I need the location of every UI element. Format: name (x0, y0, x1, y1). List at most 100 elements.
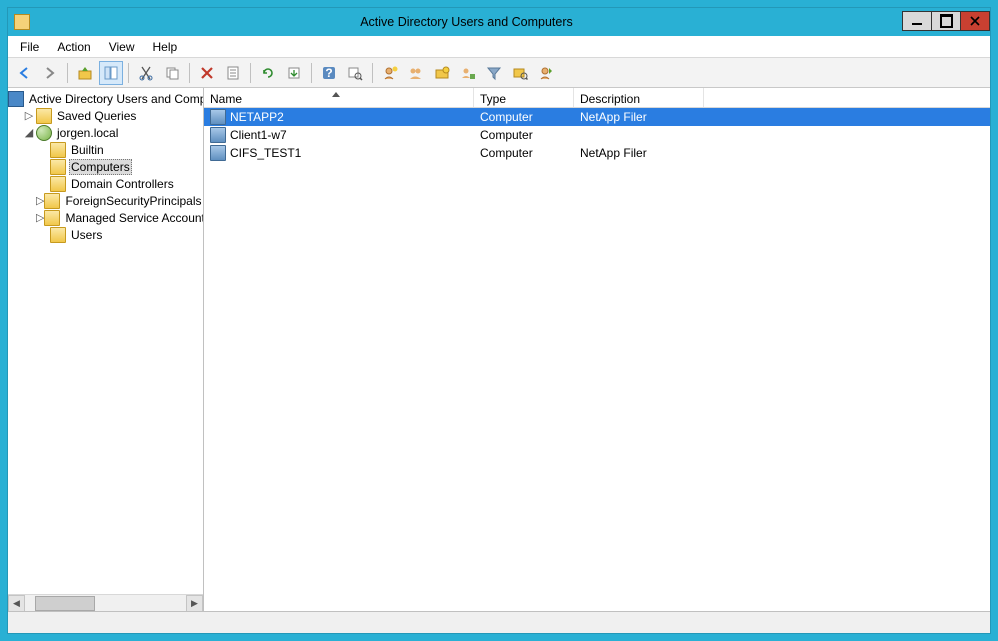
list-body[interactable]: NETAPP2ComputerNetApp FilerClient1-w7Com… (204, 108, 990, 611)
column-name[interactable]: Name (204, 88, 474, 107)
computer-icon (210, 127, 226, 143)
scroll-thumb[interactable] (35, 596, 95, 611)
tree-label: ForeignSecurityPrincipals (63, 194, 203, 208)
cell-type: Computer (474, 146, 574, 160)
scroll-left-button[interactable]: ◀ (8, 595, 25, 612)
folder-icon (44, 210, 60, 226)
maximize-button[interactable] (931, 11, 961, 31)
tree-domain[interactable]: ◢ jorgen.local (8, 124, 203, 141)
toolbar-separator (67, 63, 68, 83)
find-button[interactable] (343, 61, 367, 85)
tree-label: Computers (69, 159, 132, 175)
menu-help[interactable]: Help (145, 38, 186, 56)
tree-builtin[interactable]: Builtin (8, 141, 203, 158)
menu-file[interactable]: File (12, 38, 47, 56)
tree-users[interactable]: Users (8, 226, 203, 243)
column-label: Type (480, 92, 506, 106)
console-icon (8, 91, 24, 107)
cell-description: NetApp Filer (574, 146, 704, 160)
close-button[interactable] (960, 11, 990, 31)
minimize-button[interactable] (902, 11, 932, 31)
tree-body[interactable]: Active Directory Users and Computers ▷ S… (8, 88, 203, 594)
menu-bar: File Action View Help (8, 36, 990, 58)
computer-icon (210, 109, 226, 125)
sort-indicator-icon (332, 92, 340, 97)
tree-saved-queries[interactable]: ▷ Saved Queries (8, 107, 203, 124)
export-button[interactable] (282, 61, 306, 85)
properties-button[interactable] (221, 61, 245, 85)
tree-root[interactable]: Active Directory Users and Computers (8, 90, 203, 107)
folder-icon (50, 142, 66, 158)
delete-button[interactable] (195, 61, 219, 85)
list-row[interactable]: NETAPP2ComputerNetApp Filer (204, 108, 990, 126)
tree-fsp[interactable]: ▷ ForeignSecurityPrincipals (8, 192, 203, 209)
cell-type: Computer (474, 110, 574, 124)
tree-msa[interactable]: ▷ Managed Service Accounts (8, 209, 203, 226)
tree-label: Active Directory Users and Computers (27, 92, 203, 106)
tree-label: jorgen.local (55, 126, 120, 140)
menu-view[interactable]: View (101, 38, 143, 56)
aduc-window: Active Directory Users and Computers Fil… (7, 7, 991, 634)
cell-text: Client1-w7 (230, 128, 287, 142)
column-label: Name (210, 92, 242, 106)
toolbar-separator (372, 63, 373, 83)
computer-icon (210, 145, 226, 161)
cut-button[interactable] (134, 61, 158, 85)
expander-icon[interactable]: ▷ (36, 211, 44, 224)
add-to-group-button[interactable] (456, 61, 480, 85)
nav-back-button[interactable] (12, 61, 36, 85)
menu-action[interactable]: Action (49, 38, 98, 56)
svg-text:?: ? (325, 66, 332, 80)
tree-domain-controllers[interactable]: Domain Controllers (8, 175, 203, 192)
list-row[interactable]: Client1-w7 Computer (204, 126, 990, 144)
show-hide-tree-button[interactable] (99, 61, 123, 85)
copy-button[interactable] (160, 61, 184, 85)
list-row[interactable]: CIFS_TEST1 ComputerNetApp Filer (204, 144, 990, 162)
status-bar (8, 611, 990, 633)
toolbar: ? (8, 58, 990, 88)
expander-icon[interactable]: ◢ (22, 126, 36, 139)
cell-text: CIFS_TEST1 (230, 146, 301, 160)
cell-description: NetApp Filer (574, 110, 704, 124)
find-objects-button[interactable] (508, 61, 532, 85)
tree-computers[interactable]: Computers (8, 158, 203, 175)
folder-icon (44, 193, 60, 209)
titlebar[interactable]: Active Directory Users and Computers (8, 8, 990, 36)
window-title: Active Directory Users and Computers (30, 15, 903, 29)
folder-icon (50, 159, 66, 175)
toolbar-separator (311, 63, 312, 83)
toolbar-separator (250, 63, 251, 83)
list-header: Name Type Description (204, 88, 990, 108)
nav-forward-button[interactable] (38, 61, 62, 85)
column-type[interactable]: Type (474, 88, 574, 107)
tree-pane: Active Directory Users and Computers ▷ S… (8, 88, 204, 611)
expander-icon[interactable]: ▷ (36, 194, 44, 207)
column-label: Description (580, 92, 640, 106)
folder-icon (36, 108, 52, 124)
content-area: Active Directory Users and Computers ▷ S… (8, 88, 990, 611)
cell-type: Computer (474, 128, 574, 142)
tree-h-scrollbar[interactable]: ◀ ▶ (8, 594, 203, 611)
column-description[interactable]: Description (574, 88, 704, 107)
folder-icon (50, 227, 66, 243)
new-ou-button[interactable] (430, 61, 454, 85)
window-controls (903, 11, 990, 33)
new-user-button[interactable] (378, 61, 402, 85)
refresh-button[interactable] (256, 61, 280, 85)
app-icon (14, 14, 30, 30)
scroll-right-button[interactable]: ▶ (186, 595, 203, 612)
toolbar-separator (189, 63, 190, 83)
tree-label: Users (69, 228, 104, 242)
tree-label: Saved Queries (55, 109, 138, 123)
list-pane: Name Type Description NETAPP2ComputerNet… (204, 88, 990, 611)
filter-button[interactable] (482, 61, 506, 85)
cell-name: CIFS_TEST1 (204, 145, 474, 161)
cell-name: NETAPP2 (204, 109, 474, 125)
toolbar-separator (128, 63, 129, 83)
up-button[interactable] (73, 61, 97, 85)
task-button[interactable] (534, 61, 558, 85)
help-button[interactable]: ? (317, 61, 341, 85)
new-group-button[interactable] (404, 61, 428, 85)
tree-label: Builtin (69, 143, 106, 157)
expander-icon[interactable]: ▷ (22, 109, 36, 122)
